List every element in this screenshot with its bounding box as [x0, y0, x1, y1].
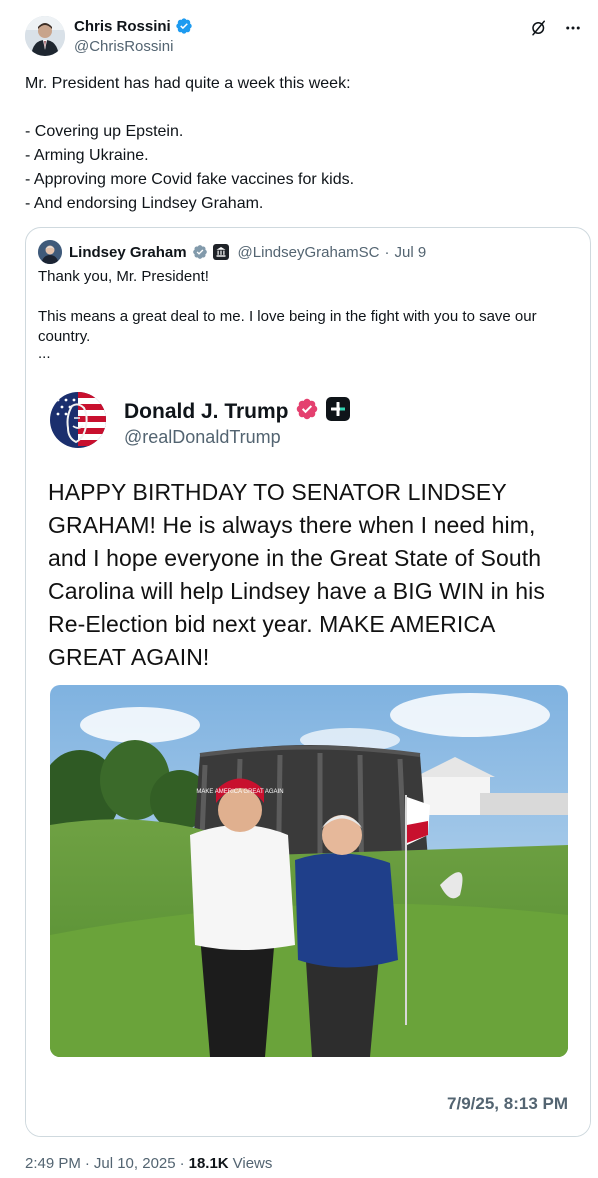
hat-text: MAKE AMERICA GREAT AGAIN: [196, 789, 283, 795]
pink-verified-badge-icon: [295, 397, 319, 426]
views-count[interactable]: 18.1K: [189, 1155, 229, 1172]
tweet-meta: 2:49 PM · Jul 10, 2025 · 18.1K Views: [25, 1155, 272, 1172]
verified-badge-icon[interactable]: [175, 17, 193, 35]
meta-separator: ·: [179, 1155, 185, 1172]
meta-separator: ·: [84, 1155, 90, 1172]
author-name[interactable]: Chris Rossini: [74, 18, 171, 35]
tweet-line: - Covering up Epstein.: [25, 123, 184, 140]
views-label: Views: [232, 1155, 273, 1172]
embedded-author-handle: @realDonaldTrump: [124, 427, 281, 447]
embedded-name-row: Donald J. Trump: [124, 396, 351, 427]
quote-text-line: This means a great deal to me. I love be…: [38, 308, 537, 345]
quote-header: Lindsey Graham @LindseyGrahamSC · Jul 9: [38, 240, 426, 264]
tweet-line: - And endorsing Lindsey Graham.: [25, 195, 264, 212]
header-actions: [528, 17, 584, 39]
author-name-row[interactable]: Chris Rossini: [74, 17, 193, 35]
grok-icon[interactable]: [528, 17, 550, 39]
post-date[interactable]: Jul 10, 2025: [94, 1155, 176, 1172]
quoted-tweet[interactable]: Lindsey Graham @LindseyGrahamSC · Jul 9 …: [25, 227, 591, 1137]
quote-text-line: Thank you, Mr. President!: [38, 268, 209, 285]
gray-verified-badge-icon[interactable]: [192, 244, 208, 260]
tweet-line: - Approving more Covid fake vaccines for…: [25, 171, 355, 188]
quote-author-handle[interactable]: @LindseyGrahamSC: [238, 244, 380, 261]
quote-text: Thank you, Mr. President! This means a g…: [38, 267, 558, 361]
tweet[interactable]: Chris Rossini @ChrisRossini Mr. Presiden…: [0, 0, 598, 1178]
tweet-line: - Arming Ukraine.: [25, 147, 149, 164]
truth-social-plus-icon: [325, 396, 351, 427]
author-handle[interactable]: @ChrisRossini: [74, 38, 173, 55]
more-icon[interactable]: [562, 17, 584, 39]
tweet-text: Mr. President has had quite a week this …: [25, 72, 580, 216]
post-time[interactable]: 2:49 PM: [25, 1155, 81, 1172]
quote-text-ellipsis: ...: [38, 345, 51, 362]
government-building-icon[interactable]: [212, 244, 229, 260]
author-avatar[interactable]: [25, 16, 65, 56]
quote-author-name[interactable]: Lindsey Graham: [69, 244, 187, 261]
tweet-line: Mr. President has had quite a week this …: [25, 75, 351, 92]
quote-separator: ·: [384, 243, 390, 261]
golf-course-photo: MAKE AMERICA GREAT AGAIN: [50, 685, 568, 1057]
embedded-author-name: Donald J. Trump: [124, 399, 289, 423]
quote-avatar[interactable]: [38, 240, 62, 264]
embedded-post-image[interactable]: Donald J. Trump @realDonaldTrump HAPPY B…: [26, 376, 590, 1136]
embedded-post-body: HAPPY BIRTHDAY TO SENATOR LINDSEY GRAHAM…: [48, 479, 545, 670]
flag-face-avatar: [50, 392, 106, 448]
embedded-post-timestamp: 7/9/25, 8:13 PM: [447, 1094, 568, 1113]
quote-date[interactable]: Jul 9: [395, 244, 427, 261]
